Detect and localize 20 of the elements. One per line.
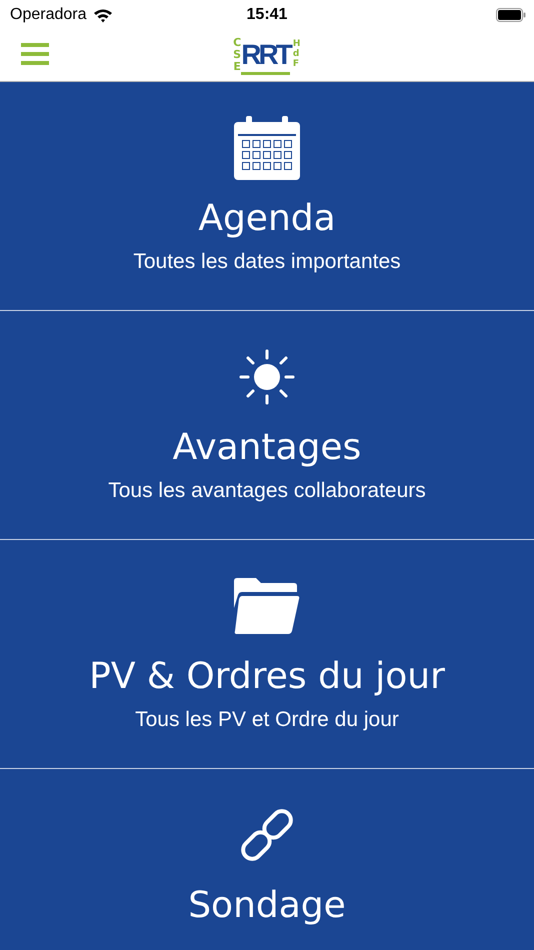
clock-time: 15:41 — [246, 6, 288, 23]
menu-tile[interactable]: Sondage — [0, 769, 534, 950]
menu-tile[interactable]: Avantages Tous les avantages collaborateurs — [0, 311, 534, 539]
sun-icon — [239, 349, 295, 405]
menu-icon — [21, 43, 49, 65]
battery-icon — [496, 8, 526, 22]
tile-subtitle: Tous les avantages collaborateurs — [108, 479, 426, 503]
menu-tile[interactable]: PV & Ordres du jour Tous les PV et Ordre du jour — [0, 540, 534, 768]
tile-title: PV & Ordres du jour — [89, 655, 445, 699]
tile-subtitle: Tous les PV et Ordre du jour — [135, 708, 399, 732]
tile-title: Avantages — [172, 426, 362, 470]
folder-icon — [234, 578, 300, 634]
carrier-name: Operadora — [10, 6, 86, 24]
tile-title: Agenda — [198, 197, 336, 241]
wifi-icon — [92, 8, 112, 22]
tile-title: Sondage — [188, 884, 346, 928]
menu-tile[interactable]: Agenda Toutes les dates importantes — [0, 82, 534, 310]
menu-button[interactable] — [21, 43, 49, 68]
tile-subtitle: Toutes les dates importantes — [133, 250, 401, 274]
calendar-icon — [234, 116, 300, 180]
